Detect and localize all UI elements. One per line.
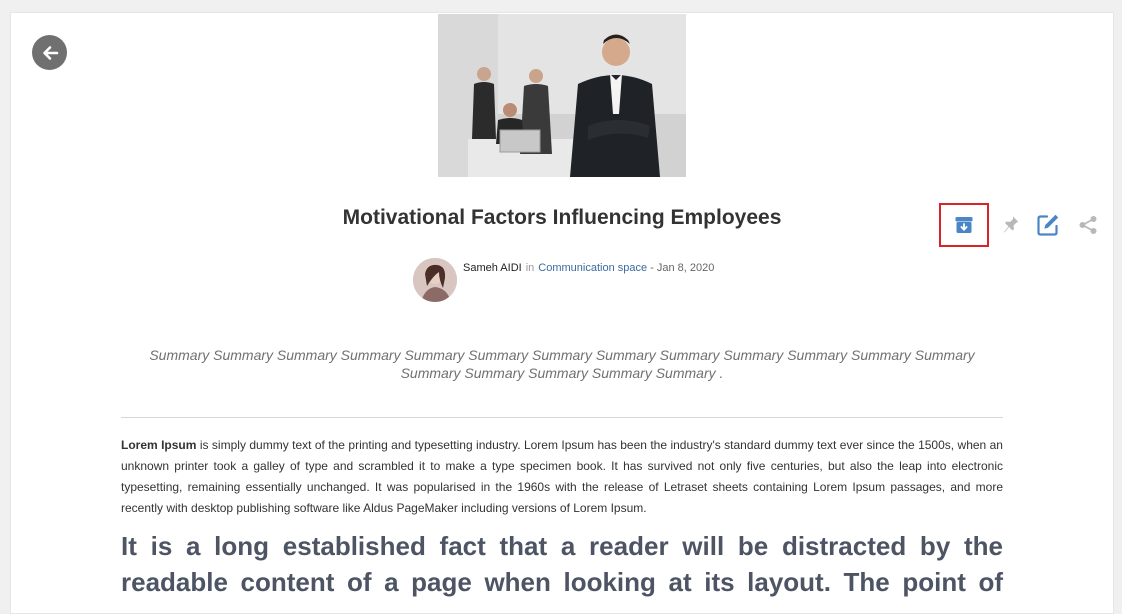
in-label: in	[525, 262, 535, 274]
pin-icon	[1004, 216, 1019, 233]
divider	[121, 417, 1003, 418]
article-card: Motivational Factors Influencing Employe…	[10, 12, 1114, 614]
arrow-left-icon	[42, 45, 58, 60]
article-cover-image	[438, 14, 686, 177]
edit-button[interactable]	[1034, 205, 1062, 245]
archive-button[interactable]	[939, 203, 989, 247]
share-button[interactable]	[1076, 205, 1100, 245]
space-link[interactable]: Communication space	[538, 262, 647, 274]
publish-date: - Jan 8, 2020	[650, 262, 715, 274]
share-icon	[1079, 216, 1097, 234]
article-summary: Summary Summary Summary Summary Summary …	[149, 347, 975, 381]
back-button[interactable]	[32, 35, 67, 70]
edit-icon	[1037, 214, 1059, 236]
article-body: Lorem Ipsum is simply dummy text of the …	[121, 435, 1003, 519]
article-meta: Sameh AIDI in Communication space - Jan 8,…	[463, 262, 714, 274]
archive-icon	[955, 217, 973, 233]
author-name-link[interactable]: Sameh AIDI	[463, 262, 522, 274]
pin-button[interactable]	[999, 205, 1023, 245]
body-bold-lead: Lorem Ipsum	[121, 438, 197, 452]
avatar[interactable]	[413, 258, 457, 302]
body-paragraph: is simply dummy text of the printing and…	[121, 438, 1003, 515]
article-heading: It is a long established fact that a rea…	[121, 531, 1003, 597]
